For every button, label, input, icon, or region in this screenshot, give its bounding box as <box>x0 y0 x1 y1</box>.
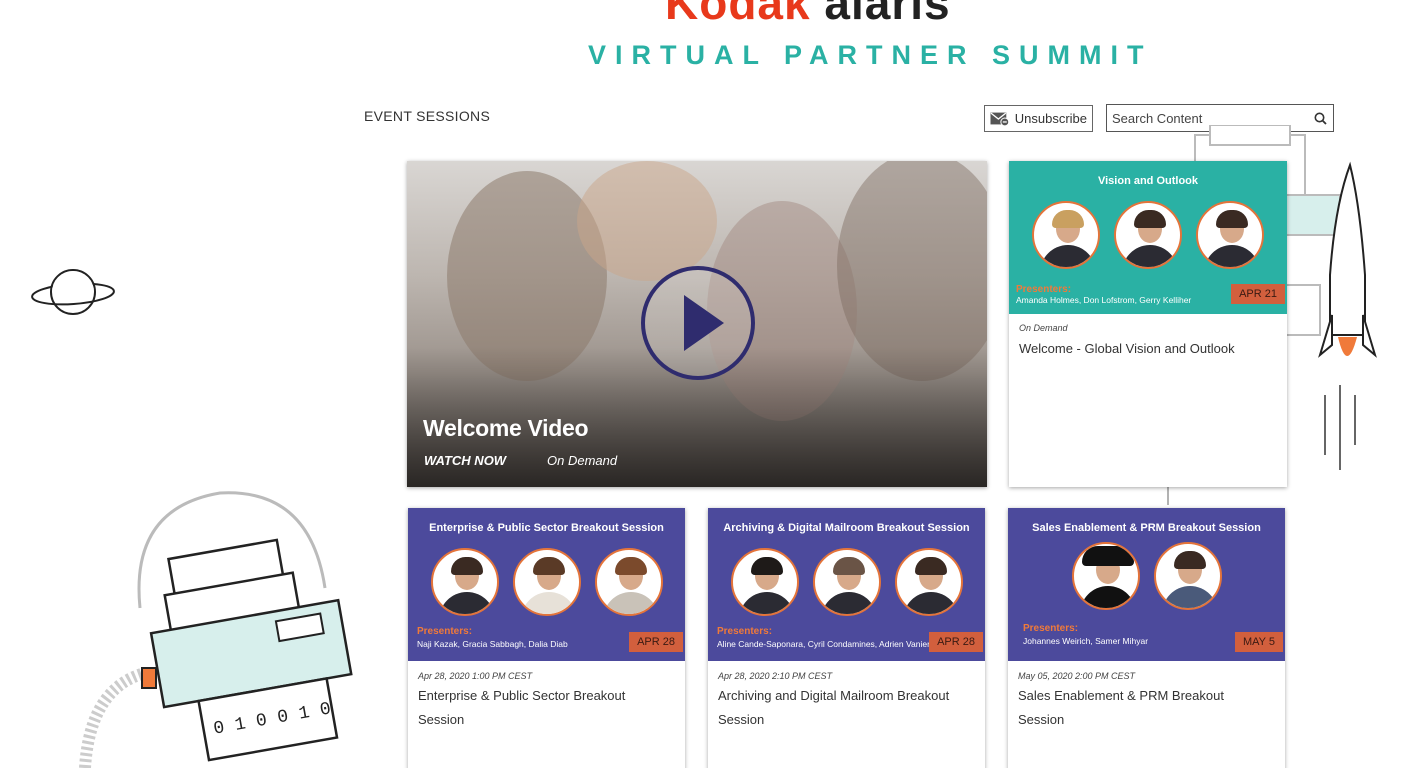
presenters-names: Johannes Weirich, Samer Mihyar <box>1023 636 1149 646</box>
hero-person-shape <box>577 161 717 281</box>
date-badge: APR 28 <box>629 632 683 652</box>
presenter-photos <box>1008 542 1285 610</box>
watch-now-link[interactable]: WATCH NOW <box>424 453 506 468</box>
banner-title: Vision and Outlook <box>1097 175 1199 187</box>
planet-icon <box>31 269 115 315</box>
presenter-avatar <box>512 548 581 616</box>
banner-title: Archiving & Digital Mailroom Breakout Se… <box>723 522 970 534</box>
presenters-names: Naji Kazak, Gracia Sabbagh, Dalia Diab <box>417 639 568 649</box>
session-banner: Sales Enablement & PRM Breakout Session … <box>1008 508 1285 661</box>
session-meta: May 05, 2020 2:00 PM CEST <box>1018 671 1136 681</box>
session-title[interactable]: Enterprise & Public Sector Breakout Sess… <box>418 684 673 732</box>
kodak-alaris-logo: Kodak alaris <box>665 0 951 28</box>
presenter-avatar <box>812 548 881 616</box>
session-card[interactable]: Enterprise & Public Sector Breakout Sess… <box>408 508 685 768</box>
presenter-avatar <box>1196 201 1264 269</box>
date-badge: APR 21 <box>1231 284 1285 304</box>
presenters-label: Presenters: <box>1023 623 1079 634</box>
session-meta: Apr 28, 2020 1:00 PM CEST <box>418 671 533 681</box>
banner-title: Enterprise & Public Sector Breakout Sess… <box>429 522 664 534</box>
presenter-avatar <box>594 548 663 616</box>
hero-title: Welcome Video <box>423 415 589 441</box>
session-card[interactable]: Sales Enablement & PRM Breakout Session … <box>1008 508 1285 768</box>
presenter-avatar <box>1114 201 1182 269</box>
page: Kodak alaris VIRTUAL PARTNER SUMMIT EVEN… <box>0 0 1410 768</box>
presenters-names: Amanda Holmes, Don Lofstrom, Gerry Kelli… <box>1016 295 1192 305</box>
mail-unsubscribe-icon <box>990 112 1010 126</box>
presenter-photos <box>708 548 985 616</box>
welcome-video-card[interactable]: Welcome Video WATCH NOW On Demand <box>407 161 987 487</box>
presenters-names: Aline Cande-Saponara, Cyril Condamines, … <box>717 639 930 649</box>
presenter-avatar <box>430 548 499 616</box>
search-icon[interactable] <box>1307 112 1333 125</box>
presenters-label: Presenters: <box>717 626 773 637</box>
section-title: EVENT SESSIONS <box>364 108 491 124</box>
session-card[interactable]: Archiving & Digital Mailroom Breakout Se… <box>708 508 985 768</box>
session-meta: On Demand <box>1019 323 1068 333</box>
banner-title: Sales Enablement & PRM Breakout Session <box>1032 522 1261 534</box>
session-title[interactable]: Archiving and Digital Mailroom Breakout … <box>718 684 973 732</box>
date-badge: MAY 5 <box>1235 632 1283 652</box>
summit-subtitle: VIRTUAL PARTNER SUMMIT <box>588 40 1153 70</box>
astronaut-scanner-illustration: 0 1 0 0 1 0 <box>79 491 353 768</box>
session-meta: Apr 28, 2020 2:10 PM CEST <box>718 671 833 681</box>
play-icon[interactable] <box>640 265 756 381</box>
logo-alaris-text: alaris <box>824 0 951 29</box>
presenter-photos <box>408 548 685 616</box>
session-banner: Archiving & Digital Mailroom Breakout Se… <box>708 508 985 661</box>
presenter-avatar <box>1071 542 1140 610</box>
session-banner: Vision and Outlook Presenters: Amanda Ho… <box>1009 161 1287 314</box>
session-card[interactable]: Vision and Outlook Presenters: Amanda Ho… <box>1009 161 1287 487</box>
session-title[interactable]: Welcome - Global Vision and Outlook <box>1019 337 1275 361</box>
hero-status: On Demand <box>547 453 618 468</box>
presenter-avatar <box>1153 542 1222 610</box>
presenter-avatar <box>894 548 963 616</box>
logo-kodak-text: Kodak <box>665 0 811 29</box>
presenter-photos <box>1009 201 1287 269</box>
unsubscribe-button[interactable]: Unsubscribe <box>984 105 1093 132</box>
presenter-avatar <box>1032 201 1100 269</box>
session-title[interactable]: Sales Enablement & PRM Breakout Session <box>1018 684 1273 732</box>
presenters-label: Presenters: <box>1016 284 1072 295</box>
presenters-label: Presenters: <box>417 626 473 637</box>
date-badge: APR 28 <box>929 632 983 652</box>
session-banner: Enterprise & Public Sector Breakout Sess… <box>408 508 685 661</box>
unsubscribe-label: Unsubscribe <box>1014 111 1087 126</box>
presenter-avatar <box>730 548 799 616</box>
